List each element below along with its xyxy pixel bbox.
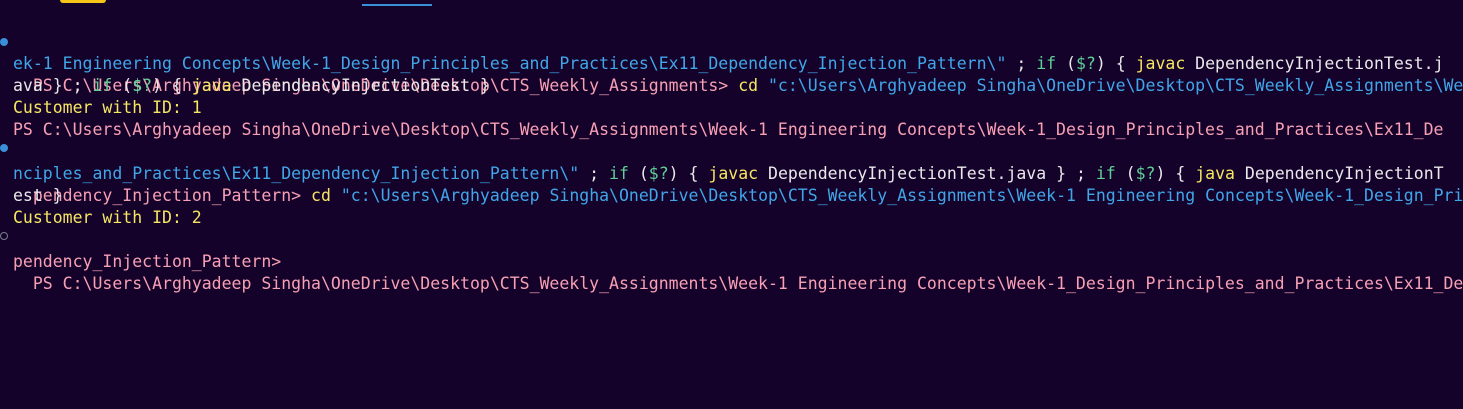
terminal-output-line: Customer with ID: 2 — [13, 207, 202, 229]
terminal-panel[interactable]: PS C:\Users\Arghyadeep Singha\OneDrive\D… — [0, 0, 1463, 409]
terminal-text-segment: ; — [579, 164, 610, 183]
terminal-line: est } — [13, 185, 63, 207]
terminal-text-segment: $? — [1135, 164, 1156, 183]
terminal-text-segment: Customer with ID: 2 — [13, 208, 202, 227]
terminal-text-segment: if — [1036, 54, 1067, 73]
terminal-text-segment: ( — [1066, 54, 1076, 73]
terminal-line: pendency_Injection_Pattern> cd "c:\Users… — [0, 141, 1463, 205]
terminal-text-segment: $? — [132, 76, 153, 95]
terminal-text-segment: ava } ; — [13, 76, 93, 95]
command-pending-marker[interactable] — [0, 232, 8, 240]
terminal-text-segment: if — [609, 164, 639, 183]
terminal-text-segment: Customer with ID: 1 — [13, 98, 202, 117]
terminal-text-segment: ( — [122, 76, 133, 95]
terminal-text-segment: pendency_Injection_Pattern> — [32, 186, 312, 205]
terminal-text-segment: ) { — [152, 76, 192, 95]
terminal-text-segment: PS C:\Users\Arghyadeep Singha\OneDrive\D… — [32, 274, 1463, 293]
terminal-text-segment: DependencyInjectionTest.j — [1185, 54, 1444, 73]
terminal-text-segment: $? — [648, 164, 669, 183]
terminal-text-segment: javac — [1135, 54, 1186, 73]
terminal-text-segment: ) { — [1155, 164, 1196, 183]
active-tab-underline — [362, 4, 432, 6]
terminal-text-segment: pendency_Injection_Pattern> — [13, 252, 282, 271]
terminal-text-segment: if — [1095, 164, 1126, 183]
terminal-text-segment: ; — [1006, 54, 1037, 73]
terminal-prompt-line[interactable]: pendency_Injection_Pattern> — [13, 251, 281, 273]
terminal-text-segment: DependencyInjectionT — [1234, 164, 1444, 183]
terminal-text-segment: "c:\Users\Arghyadeep Singha\OneDrive\Des… — [340, 186, 1463, 205]
terminal-line: ek-1 Engineering Concepts\Week-1_Design_… — [13, 53, 1444, 75]
terminal-text-segment: nciples_and_Practices\Ex11_Dependency_In… — [13, 164, 580, 183]
terminal-line: nciples_and_Practices\Ex11_Dependency_In… — [13, 163, 1444, 185]
terminal-output-line: Customer with ID: 1 — [13, 97, 202, 119]
terminal-text-segment: java — [1195, 164, 1235, 183]
terminal-text-segment: ) { — [668, 164, 709, 183]
terminal-text-segment: cd — [311, 186, 341, 205]
tab-accent-indicator — [60, 0, 106, 3]
command-success-marker[interactable] — [0, 144, 8, 152]
terminal-text-segment: ) { — [1095, 54, 1136, 73]
terminal-text-segment: PS C:\Users\Arghyadeep Singha\OneDrive\D… — [13, 120, 1444, 139]
terminal-text-segment: $? — [1075, 54, 1096, 73]
terminal-text-segment: if — [92, 76, 123, 95]
terminal-text-segment: javac — [708, 164, 759, 183]
terminal-line: PS C:\Users\Arghyadeep Singha\OneDrive\D… — [13, 119, 1443, 141]
terminal-text-segment: java — [191, 76, 232, 95]
terminal-text-segment: ( — [1125, 164, 1136, 183]
terminal-text-segment: cd — [738, 76, 768, 95]
terminal-text-segment: ( — [638, 164, 649, 183]
terminal-text-segment: ek-1 Engineering Concepts\Week-1_Design_… — [13, 54, 1007, 73]
terminal-line: PS C:\Users\Arghyadeep Singha\OneDrive\D… — [0, 31, 1463, 95]
terminal-line: ava } ; if ($?) { java DependencyInjecti… — [13, 75, 490, 97]
terminal-text-segment: "c:\Users\Arghyadeep Singha\OneDrive\Des… — [768, 76, 1463, 95]
terminal-top-strip — [0, 0, 1463, 6]
terminal-text-segment: DependencyInjectionTest } — [231, 76, 490, 95]
command-success-marker[interactable] — [0, 38, 8, 46]
terminal-text-segment: DependencyInjectionTest.java } ; — [758, 164, 1096, 183]
terminal-line: PS C:\Users\Arghyadeep Singha\OneDrive\D… — [0, 229, 1463, 293]
terminal-text-segment: est } — [13, 186, 63, 205]
